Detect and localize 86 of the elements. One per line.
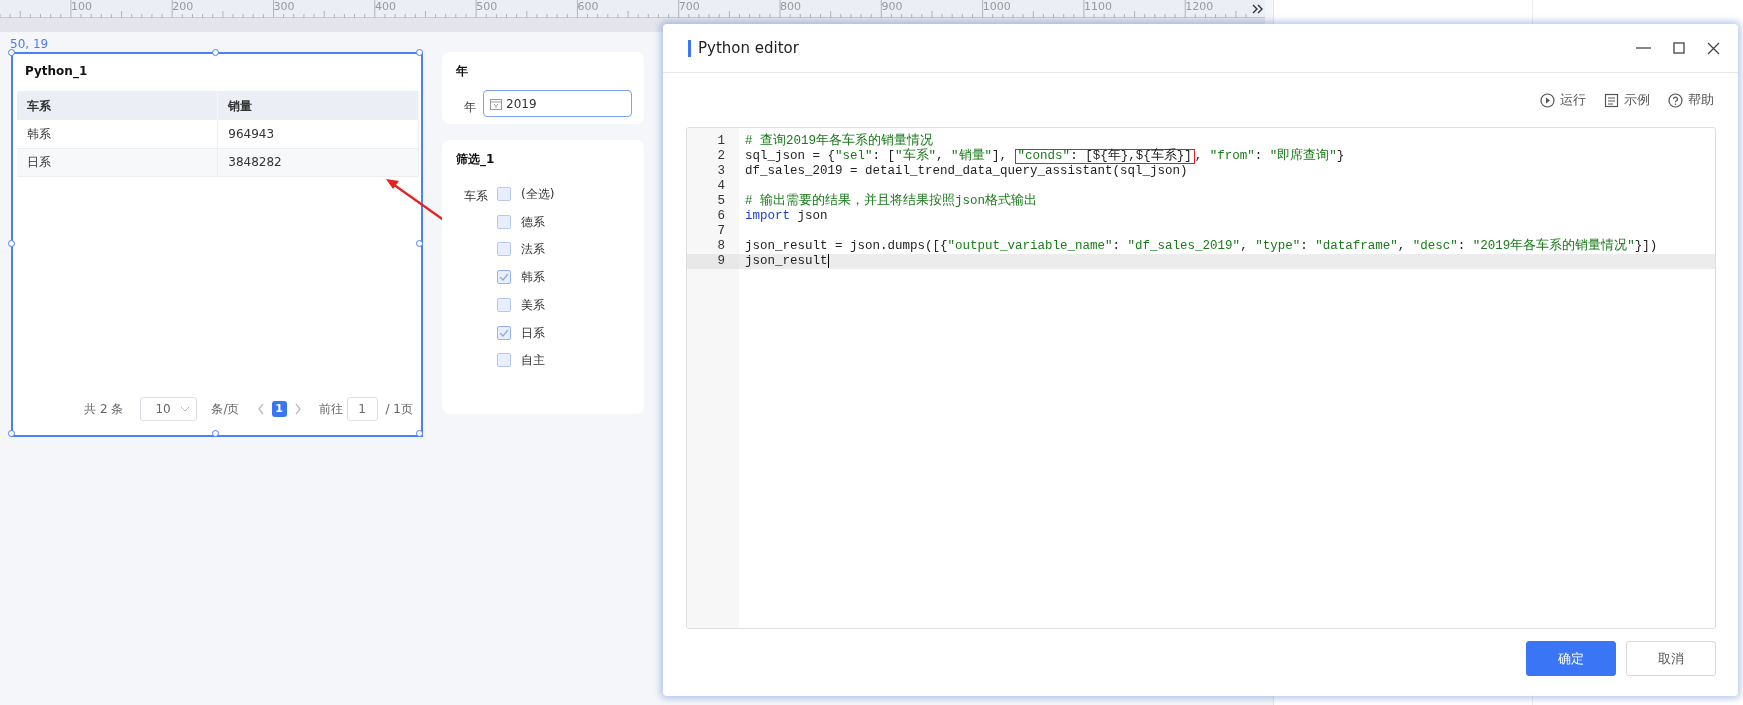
ruler-label: 600 <box>577 1 599 13</box>
line-number: 7 <box>716 224 726 239</box>
checkbox[interactable] <box>497 242 511 257</box>
calendar-icon <box>490 97 502 110</box>
column-header: 车系 <box>17 91 218 120</box>
resize-handle[interactable] <box>416 239 423 247</box>
table-cell: 韩系 <box>17 120 218 148</box>
code-line: import json <box>744 209 829 224</box>
table-widget[interactable]: Python_1 车系 销量 韩系 964943 日系 3848282 共 2 条 10 条/页 1 前往 1 / 1页 <box>11 52 423 437</box>
code-line: df_sales_2019 = detail_trend_data_query_assistant(sql_json) <box>744 164 1189 179</box>
date-field[interactable]: 2019 <box>483 90 632 117</box>
resize-handle[interactable] <box>8 239 15 247</box>
table-cell: 964943 <box>217 120 419 148</box>
page-input[interactable]: 1 <box>346 397 378 421</box>
ruler-label: 900 <box>881 1 903 13</box>
checkbox[interactable] <box>497 353 511 368</box>
chevron-down-icon <box>180 406 191 412</box>
line-number: 4 <box>716 179 726 194</box>
ruler-label: 1100 <box>1084 1 1112 13</box>
code-line: # 输出需要的结果，并且将结果按照json格式输出 <box>744 194 1038 209</box>
ruler-label: 300 <box>273 1 295 13</box>
expand-icon[interactable] <box>1252 4 1263 14</box>
code-line: # 查询2019年各车系的销量情况 <box>744 134 934 148</box>
total-count: 共 2 条 <box>84 401 124 418</box>
line-number: 3 <box>716 164 726 179</box>
page-size-unit: 条/页 <box>211 401 240 418</box>
line-number: 8 <box>716 239 726 254</box>
resize-handle[interactable] <box>8 49 15 56</box>
ruler-label: 500 <box>476 1 498 13</box>
card-title: 年 <box>456 63 468 80</box>
ruler-label: 700 <box>678 1 700 13</box>
help-icon <box>1668 92 1683 108</box>
card-title: 筛选_1 <box>456 151 495 168</box>
confirm-button[interactable]: 确定 <box>1526 641 1616 676</box>
checkbox-label: 韩系 <box>521 269 545 287</box>
field-label: 年 <box>464 99 476 116</box>
code-line: sql_json = {"sel": ["车系", "销量"], "conds": [${年},${车系}] , "from": "即席查询"} <box>744 149 1346 164</box>
ruler-label: 1000 <box>982 1 1011 13</box>
page-button[interactable]: 1 <box>271 401 287 417</box>
ruler-label: 400 <box>374 1 396 13</box>
checkbox[interactable] <box>497 214 511 229</box>
page-count: / 1页 <box>385 401 413 418</box>
code-line: json_result = json.dumps([{"output_variable_name": "df_sales_2019", "type": "dataframe", "desc": "2019年各车系的销量情况"}]) <box>744 239 1659 254</box>
prev-page-icon[interactable] <box>257 403 264 415</box>
dialog-title: Python editor <box>688 39 799 57</box>
next-page-icon[interactable] <box>294 403 301 415</box>
checkbox[interactable] <box>497 270 511 285</box>
resize-handle[interactable] <box>8 430 15 437</box>
maximize-icon[interactable] <box>1673 42 1685 54</box>
play-icon <box>1540 92 1555 108</box>
checkbox-label: 日系 <box>521 324 545 342</box>
resize-handle[interactable] <box>212 430 219 437</box>
checkbox-label: 自主 <box>521 352 545 370</box>
checkbox-label: 美系 <box>521 296 545 314</box>
line-number: 1 <box>716 134 726 149</box>
resize-handle[interactable] <box>212 49 219 56</box>
resize-handle[interactable] <box>416 430 423 437</box>
widget-title: Python_1 <box>25 63 88 80</box>
ruler-label: 1200 <box>1185 1 1214 13</box>
field-label: 车系 <box>464 188 488 205</box>
ruler-label: 100 <box>71 1 92 13</box>
close-icon[interactable] <box>1707 41 1720 55</box>
checkbox-label: 法系 <box>521 241 545 259</box>
toolbar-button[interactable]: 示例 <box>1604 90 1650 110</box>
cancel-button[interactable]: 取消 <box>1626 641 1716 676</box>
line-number: 2 <box>716 149 726 164</box>
table-cell: 3848282 <box>217 148 419 176</box>
checkbox-label: 德系 <box>521 213 545 231</box>
toolbar-button[interactable]: 帮助 <box>1668 90 1714 110</box>
checkbox-label: (全选) <box>521 186 555 203</box>
goto-label: 前往 <box>318 401 343 418</box>
position-label: 50, 19 <box>10 36 49 53</box>
ruler-label: 800 <box>780 1 802 13</box>
document-icon <box>1604 92 1619 108</box>
resize-handle[interactable] <box>416 49 423 56</box>
checkbox[interactable] <box>497 297 511 312</box>
toolbar-button[interactable]: 运行 <box>1540 90 1586 110</box>
line-number: 5 <box>716 194 726 209</box>
line-number: 6 <box>716 209 726 224</box>
page-size-select[interactable]: 10 <box>140 397 198 421</box>
checkbox[interactable] <box>497 325 511 340</box>
ruler-label: 200 <box>172 1 194 13</box>
column-header: 销量 <box>217 91 419 120</box>
checkbox[interactable] <box>497 187 511 201</box>
table-cell: 日系 <box>17 148 218 176</box>
line-number: 9 <box>687 254 739 269</box>
